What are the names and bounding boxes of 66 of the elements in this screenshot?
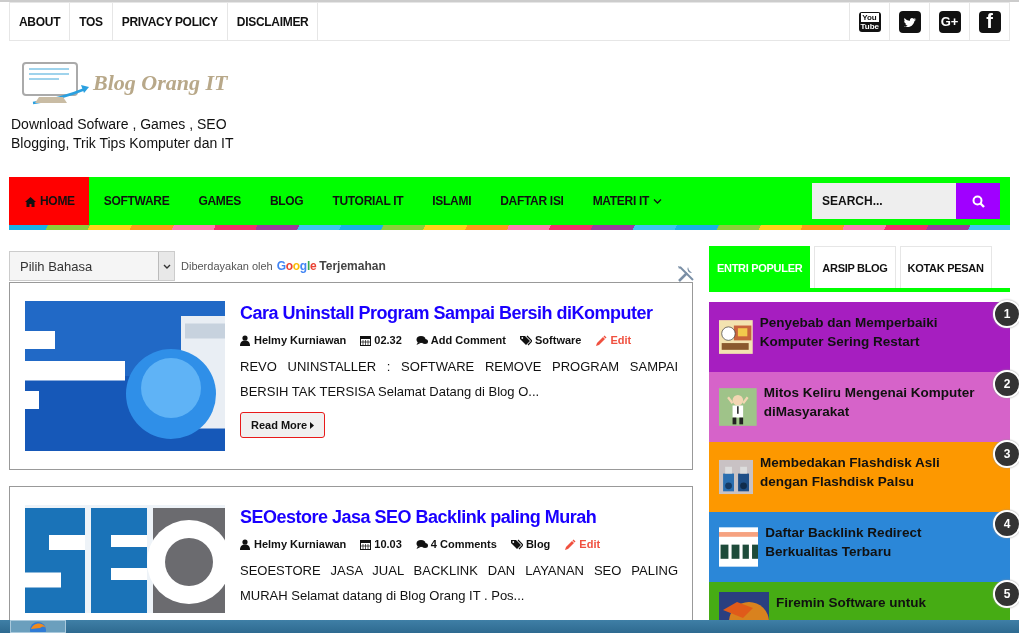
nav-link[interactable]: MATERI IT: [577, 177, 677, 225]
tag-icon: [510, 538, 523, 550]
caret-icon: [653, 198, 663, 204]
rank-badge: 3: [993, 440, 1019, 468]
comment-icon: [415, 538, 428, 550]
user-icon: [240, 538, 251, 550]
rank-badge: 4: [993, 510, 1019, 538]
comments-link[interactable]: Add Comment: [430, 334, 506, 346]
post-excerpt: REVO UNINSTALLER : SOFTWARE REMOVE PROGRAM SAMPAI BERSIH TAK TERSISA Selamat Datang di Blog O...: [240, 358, 678, 401]
powered-by-text: Diberdayakan oleh: [181, 260, 273, 272]
comments-link[interactable]: 4 Comments: [430, 538, 497, 550]
nav-link[interactable]: DAFTAR ISI: [485, 177, 578, 225]
tag-icon: [520, 334, 532, 346]
top-menu-link[interactable]: DISCLAIMER: [227, 3, 319, 40]
popular-post-title[interactable]: Firemin Software untuk: [776, 593, 927, 612]
calendar-icon: [360, 538, 372, 550]
translate-link[interactable]: Terjemahan: [319, 259, 386, 273]
label-link[interactable]: Blog: [525, 538, 551, 550]
language-select[interactable]: Pilih Bahasa: [9, 251, 175, 281]
site-tagline: Download Sofware , Games , SEO Blogging, Trik Tips Komputer dan IT: [11, 115, 235, 153]
home-icon: [24, 195, 36, 207]
nav-link[interactable]: BLOG: [254, 177, 318, 225]
search-button[interactable]: [956, 183, 1000, 219]
popular-post-title[interactable]: Mitos Keliru Mengenai Komputer diMasyarakat: [763, 383, 990, 421]
google-plus-icon[interactable]: G+: [938, 10, 961, 33]
nav-link[interactable]: GAMES: [183, 177, 255, 225]
google-logo: Google: [276, 259, 317, 273]
nav-link[interactable]: TUTORIAL IT: [317, 177, 418, 225]
sidebar-tab[interactable]: ARSIP BLOG: [814, 246, 896, 288]
top-menu-link[interactable]: PRIVACY POLICY: [112, 3, 228, 40]
top-menu-link[interactable]: TOS: [70, 3, 113, 40]
youtube-icon[interactable]: You Tube: [858, 11, 881, 32]
twitter-bird-icon[interactable]: [898, 10, 921, 33]
post-title[interactable]: SEOestore Jasa SEO Backlink paling Murah: [240, 507, 678, 528]
tools-icon[interactable]: [676, 263, 695, 283]
label-link[interactable]: Software: [535, 334, 582, 346]
browser-icon: [29, 621, 47, 632]
user-icon: [240, 334, 251, 346]
pencil-icon: [595, 334, 608, 346]
author-link[interactable]: Helmy Kurniawan: [254, 538, 347, 550]
nav-link[interactable]: SOFTWARE: [88, 177, 184, 225]
nav-link[interactable]: HOME: [9, 177, 89, 225]
read-more-button[interactable]: Read More: [240, 412, 326, 438]
post-time: 02.32: [374, 334, 402, 346]
caret-icon: [310, 421, 315, 429]
pencil-icon: [564, 538, 577, 550]
sidebar-tab[interactable]: KOTAK PESAN: [899, 246, 992, 288]
calendar-icon: [360, 334, 372, 346]
post-time: 10.03: [374, 538, 402, 550]
rank-badge: 1: [993, 300, 1019, 328]
rank-badge: 2: [993, 370, 1019, 398]
edit-link[interactable]: Edit: [579, 538, 601, 550]
search-icon: [971, 194, 985, 208]
post-excerpt: SEOESTORE JASA JUAL BACKLINK DAN LAYANAN SEO PALING MURAH Selamat datang di Blog Orang IT . Pos...: [240, 562, 678, 605]
search-field[interactable]: SEARCH...: [812, 183, 956, 219]
nav-link[interactable]: ISLAMI: [417, 177, 486, 225]
edit-link[interactable]: Edit: [610, 334, 632, 346]
comment-icon: [415, 334, 428, 346]
author-link[interactable]: Helmy Kurniawan: [254, 334, 347, 346]
post-title[interactable]: Cara Uninstall Program Sampai Bersih diKomputer: [240, 303, 678, 324]
top-menu-link[interactable]: ABOUT: [10, 3, 71, 40]
facebook-icon[interactable]: f: [978, 10, 1001, 33]
popular-post-title[interactable]: Membedakan Flashdisk Asli dengan Flashdisk Palsu: [760, 453, 990, 491]
rank-badge: 5: [993, 580, 1019, 608]
popular-post-title[interactable]: Daftar Backlink Redirect Berkualitas Terbaru: [765, 523, 990, 561]
caret-icon: [162, 263, 171, 269]
